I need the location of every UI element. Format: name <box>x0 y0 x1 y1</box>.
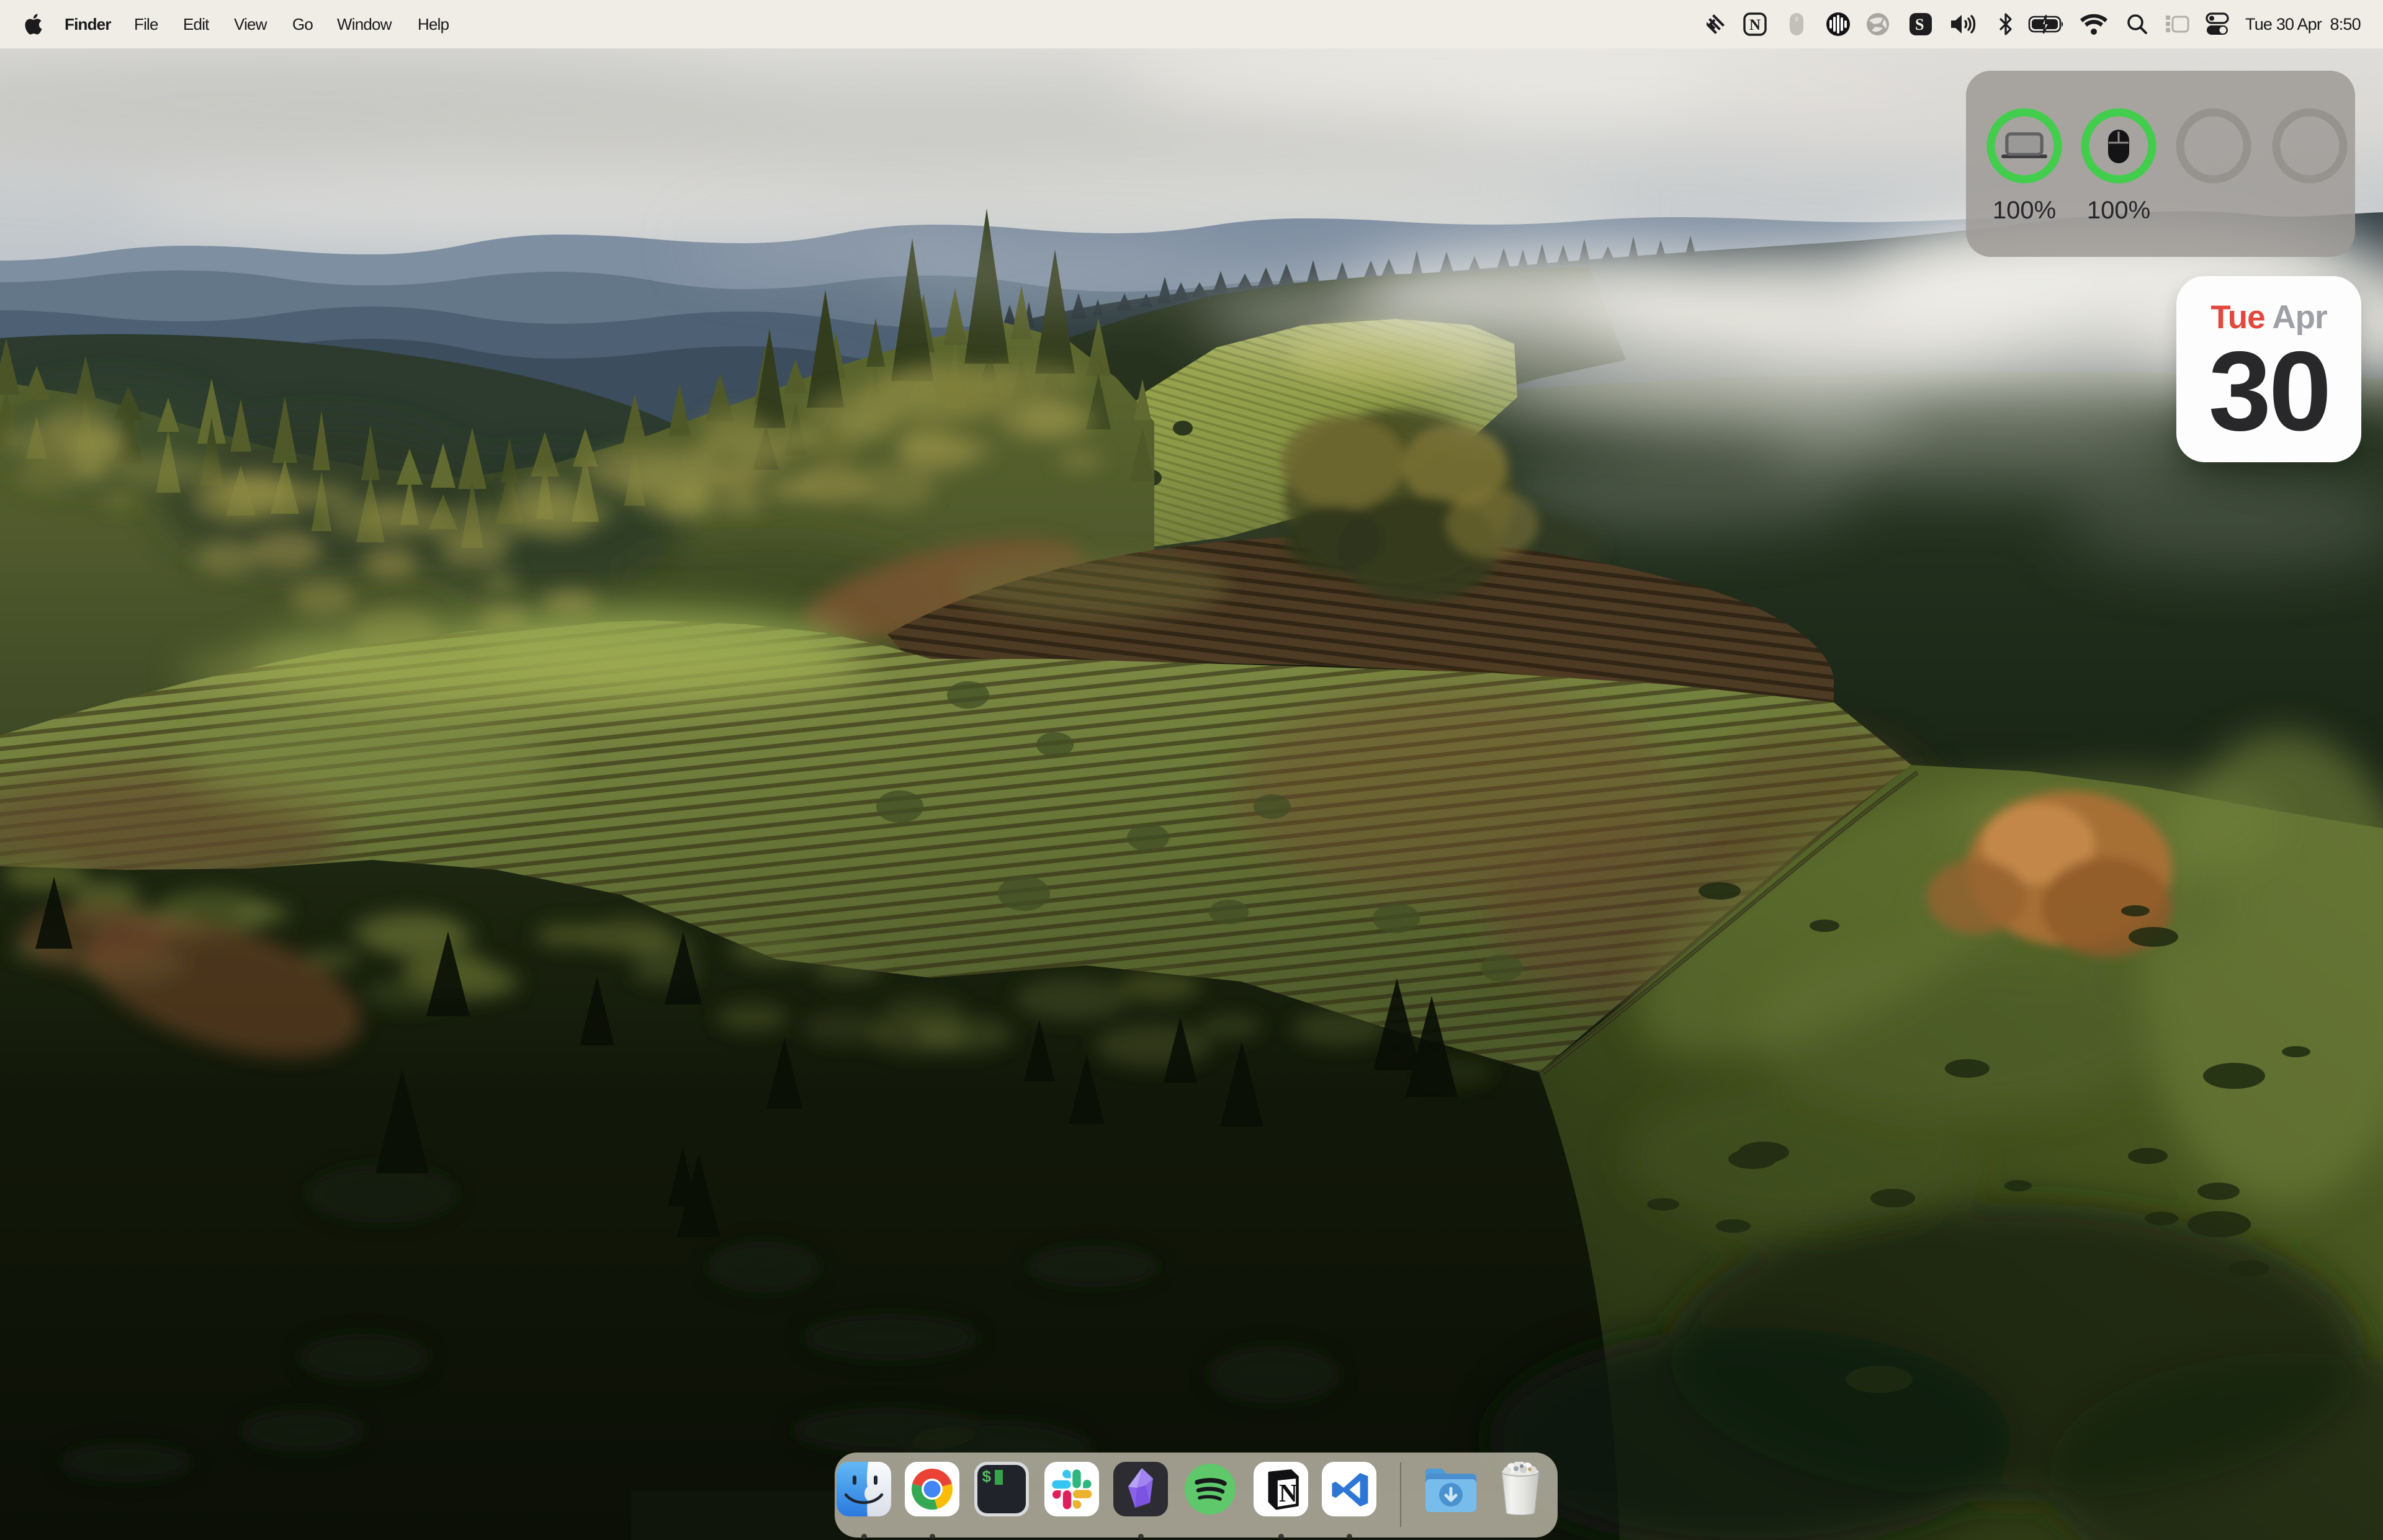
svg-text:N: N <box>1749 17 1761 34</box>
svg-text:S: S <box>1915 16 1924 34</box>
svg-text:N: N <box>1279 1479 1298 1507</box>
svg-text:$: $ <box>982 1468 992 1487</box>
